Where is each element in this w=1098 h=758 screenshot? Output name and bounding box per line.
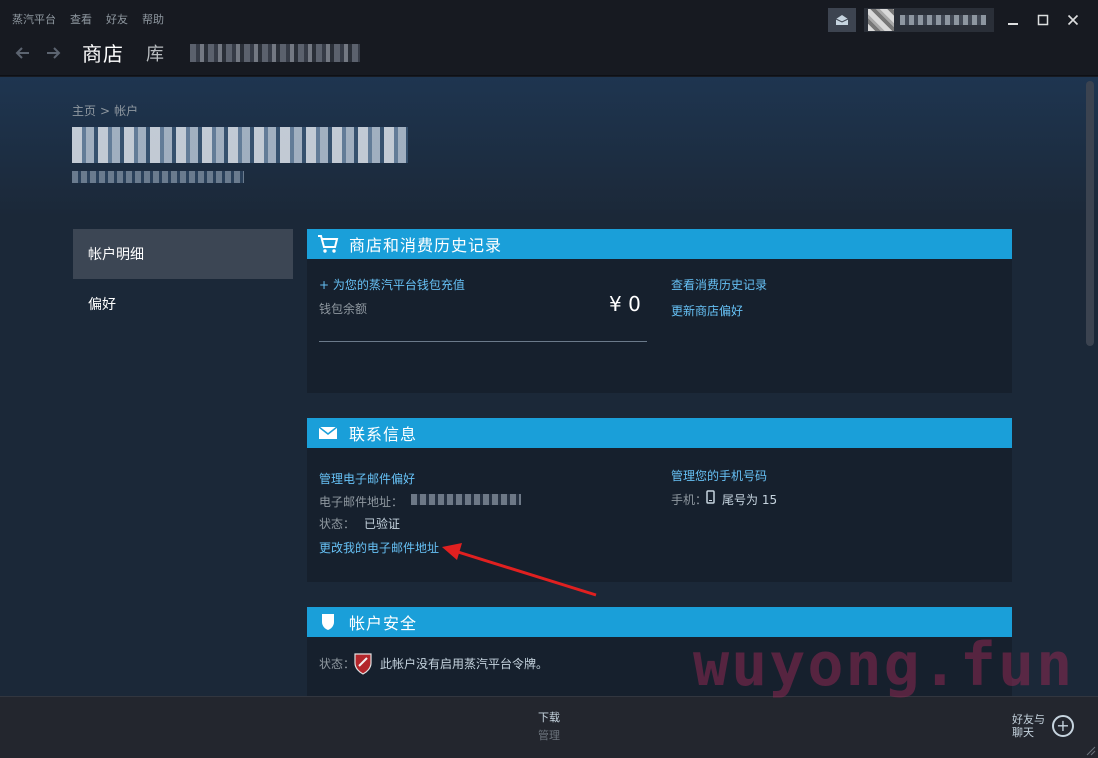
downloads-button[interactable]: 下载 管理 xyxy=(0,709,1098,743)
friends-chat-label: 好友与聊天 xyxy=(1012,713,1045,739)
friends-chat-button[interactable]: 好友与聊天 + xyxy=(1012,713,1074,739)
add-friend-plus-icon: + xyxy=(1052,715,1074,737)
annotation-arrow xyxy=(442,543,597,597)
manage-label: 管理 xyxy=(538,729,560,742)
bottom-bar: 下载 管理 好友与聊天 + xyxy=(0,696,1098,758)
downloads-label: 下载 xyxy=(538,711,560,724)
resize-grip-icon[interactable] xyxy=(1086,746,1096,756)
